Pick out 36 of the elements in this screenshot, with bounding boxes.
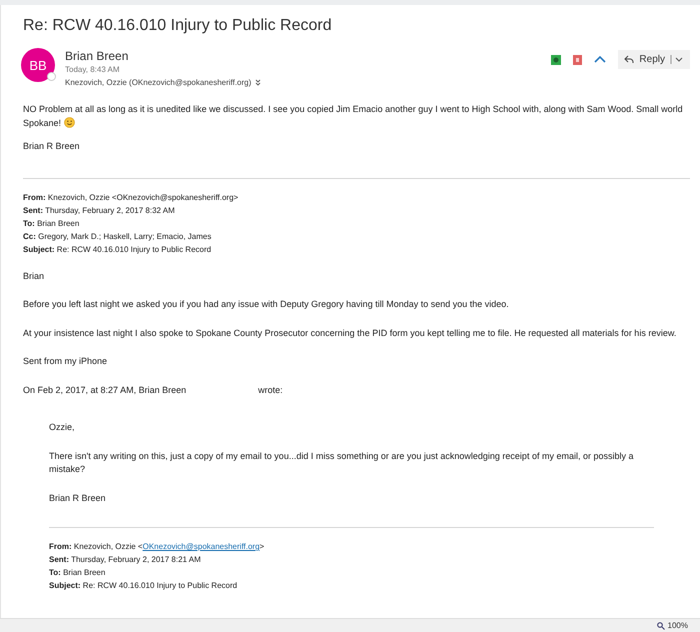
smiley-icon: [64, 116, 75, 128]
header-line: From: Knezovich, Ozzie <OKnezovich@spokanesheriff.org>: [23, 192, 240, 204]
message-paragraph: There isn't any writing on this, just a copy of my email to you...did I miss something or are you just acknowledging receipt of my email, or possibly a mistake?: [49, 450, 634, 476]
email-link[interactable]: OKnezovich@spokanesheriff.org: [142, 542, 260, 551]
note-app-icon[interactable]: [551, 54, 562, 64]
header-line: Sent: Thursday, February 2, 2017 8:32 AM: [23, 204, 176, 216]
reply-button[interactable]: Reply: [618, 50, 690, 69]
zoom-level: 100%: [668, 621, 688, 630]
signature: Brian R Breen: [23, 140, 81, 153]
quote-attribution: On Feb 2, 2017, at 8:27 AM, Brian Breen: [23, 384, 186, 396]
message-paragraph: Brian R Breen: [49, 492, 107, 504]
header-line: Subject: Re: RCW 40.16.010 Injury to Public Record: [23, 244, 212, 256]
header-line: To: Brian Breen: [23, 218, 80, 230]
message-paragraph: Before you left last night we asked you if you had any issue with Deputy Gregory having till Monday to send you the video.: [23, 298, 510, 311]
expand-icon[interactable]: [255, 79, 262, 86]
zoom-icon[interactable]: [656, 622, 665, 630]
recipient: Knezovich, Ozzie (OKnezovich@spokanesheriff.org): [65, 78, 252, 87]
message-paragraph: Brian: [23, 270, 46, 282]
message-paragraph: At your insistence last night I also spoke to Spokane County Prosecutor concerning the PID form you kept telling me to file. He requested all materials for his review.: [23, 326, 678, 340]
header-line: Sent: Thursday, February 2, 2017 8:21 AM: [49, 554, 202, 566]
message-paragraph: Sent from my iPhone: [23, 355, 108, 368]
dropdown-caret-icon[interactable]: [670, 55, 684, 64]
header-line: Cc: Gregory, Mark D.; Haskell, Larry; Emacio, James: [23, 230, 212, 242]
square-stop-icon[interactable]: [573, 54, 582, 64]
chevron-up-icon[interactable]: [594, 56, 606, 63]
avatar: BB: [21, 48, 55, 82]
sender-name: Brian Breen: [65, 49, 130, 63]
quote-attribution: wrote:: [258, 384, 283, 396]
header-line: Subject: Re: RCW 40.16.010 Injury to Public Record: [49, 580, 238, 592]
message-paragraph: Ozzie,: [49, 421, 76, 434]
sent-time: Today, 8:43 AM: [65, 65, 121, 74]
header-line: To: Brian Breen: [49, 567, 106, 579]
reply-arrow-icon: [624, 55, 634, 64]
header-line: From: Knezovich, Ozzie <OKnezovich@spokanesheriff.org>: [49, 541, 266, 553]
email-subject: Re: RCW 40.16.010 Injury to Public Record: [23, 17, 333, 35]
message-paragraph: NO Problem at all as long as it is unedited like we discussed. I see you copied Jim Emacio another guy I went to High School with, along with Sam Wood. Small world Spokane!: [23, 103, 684, 130]
